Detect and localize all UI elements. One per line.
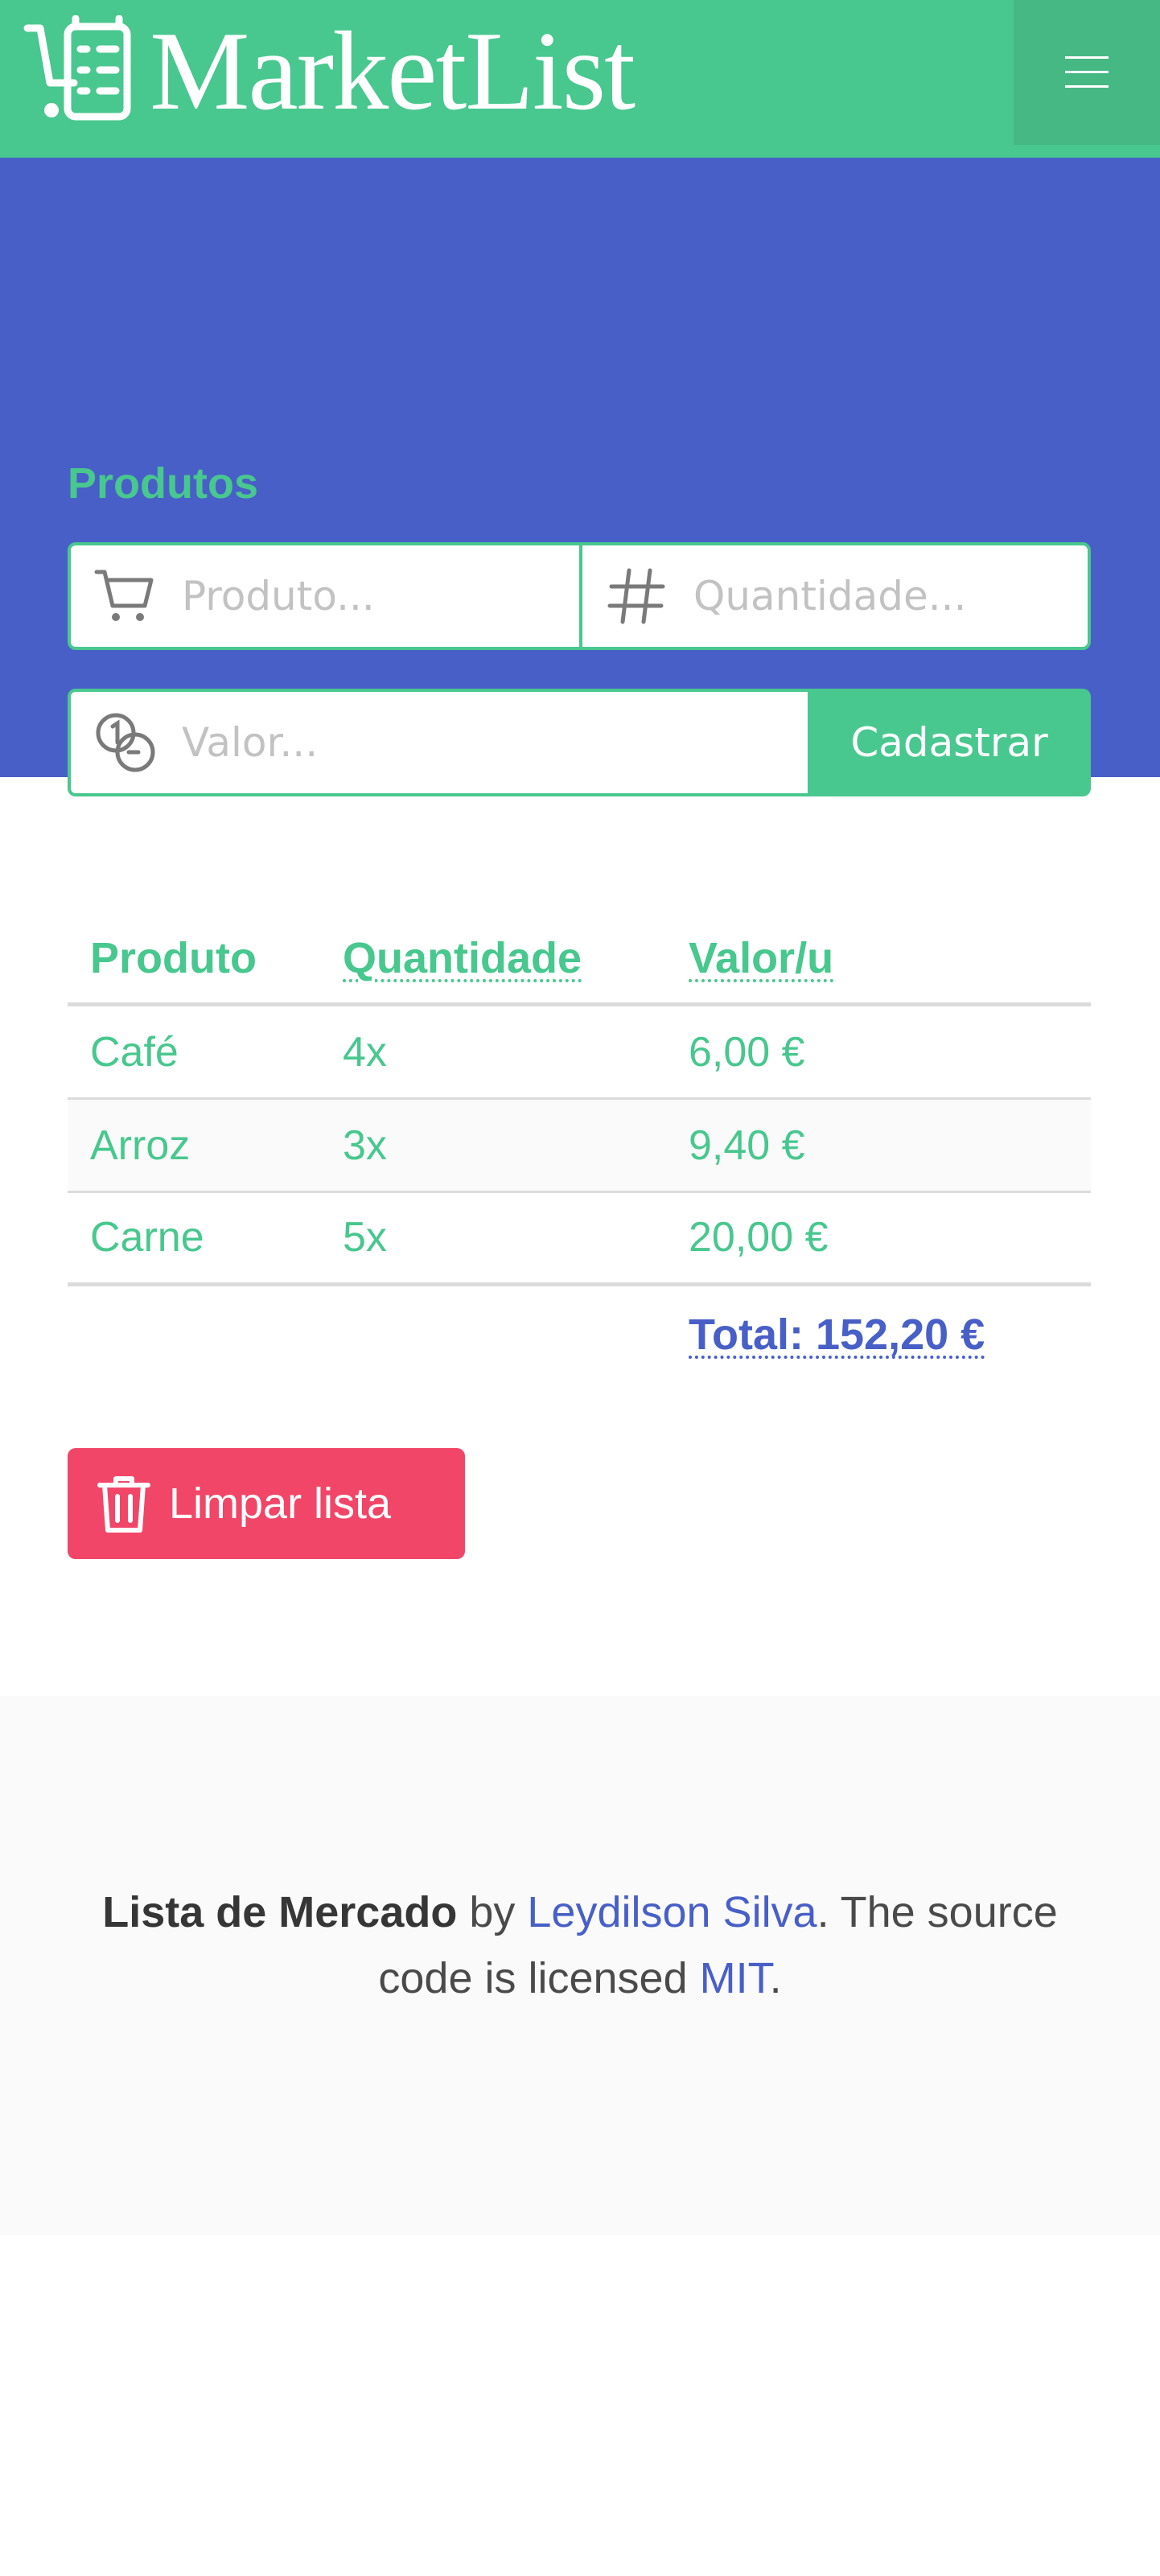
footer: Lista de Mercado by Leydilson Silva. The… (0, 1696, 1160, 2235)
cell-quantidade: 3x (343, 1122, 387, 1169)
quantidade-input[interactable] (693, 573, 1031, 619)
hash-icon (607, 568, 665, 624)
form-title: Produtos (68, 459, 258, 508)
cadastrar-button[interactable]: Cadastrar (808, 689, 1091, 796)
cell-valor: 6,00 € (689, 1029, 805, 1076)
coins-icon (96, 713, 155, 772)
product-form-section: Produtos Produto... Quantidade... Valor.… (0, 158, 1160, 796)
cell-quantidade: 5x (343, 1214, 387, 1261)
cell-valor: 9,40 € (689, 1122, 805, 1169)
col-header-quantidade: Quantidade (343, 934, 582, 982)
col-header-valor: Valor/u (689, 934, 834, 982)
produto-field (68, 542, 582, 650)
cell-produto: Arroz (90, 1122, 191, 1169)
cell-quantidade: 4x (343, 1029, 387, 1076)
valor-field (68, 689, 811, 796)
cart-icon (94, 570, 154, 621)
limpar-lista-label: Limpar lista (169, 1479, 392, 1528)
valor-input[interactable] (182, 719, 520, 766)
cell-produto: Café (90, 1029, 179, 1076)
brand-name: MarketList (150, 9, 636, 134)
footer-by: by (457, 1888, 528, 1936)
footer-end: . (769, 1954, 782, 2002)
col-header-produto: Produto (90, 934, 257, 982)
author-link[interactable]: Leydilson Silva (527, 1888, 817, 1936)
table-total: Total: 152,20 € (689, 1311, 985, 1359)
footer-text: Lista de Mercado by Leydilson Silva. The… (80, 1879, 1080, 2011)
license-link[interactable]: MIT (700, 1954, 770, 2002)
trash-icon (97, 1476, 150, 1533)
table-row (68, 1100, 1091, 1191)
footer-project-name: Lista de Mercado (102, 1888, 458, 1936)
cart-list-icon (23, 15, 131, 121)
footer-divider (68, 1282, 1091, 1286)
brand-link[interactable]: MarketList (23, 9, 636, 134)
cell-produto: Carne (90, 1214, 204, 1261)
quantidade-field (579, 542, 1091, 650)
row-divider (68, 1191, 1091, 1193)
produto-input[interactable] (182, 573, 520, 619)
header-divider (68, 1002, 1091, 1006)
limpar-lista-button[interactable]: Limpar lista (68, 1448, 465, 1559)
hamburger-menu-icon[interactable] (1014, 0, 1160, 145)
navbar: MarketList (0, 0, 1160, 158)
cell-valor: 20,00 € (689, 1214, 829, 1261)
